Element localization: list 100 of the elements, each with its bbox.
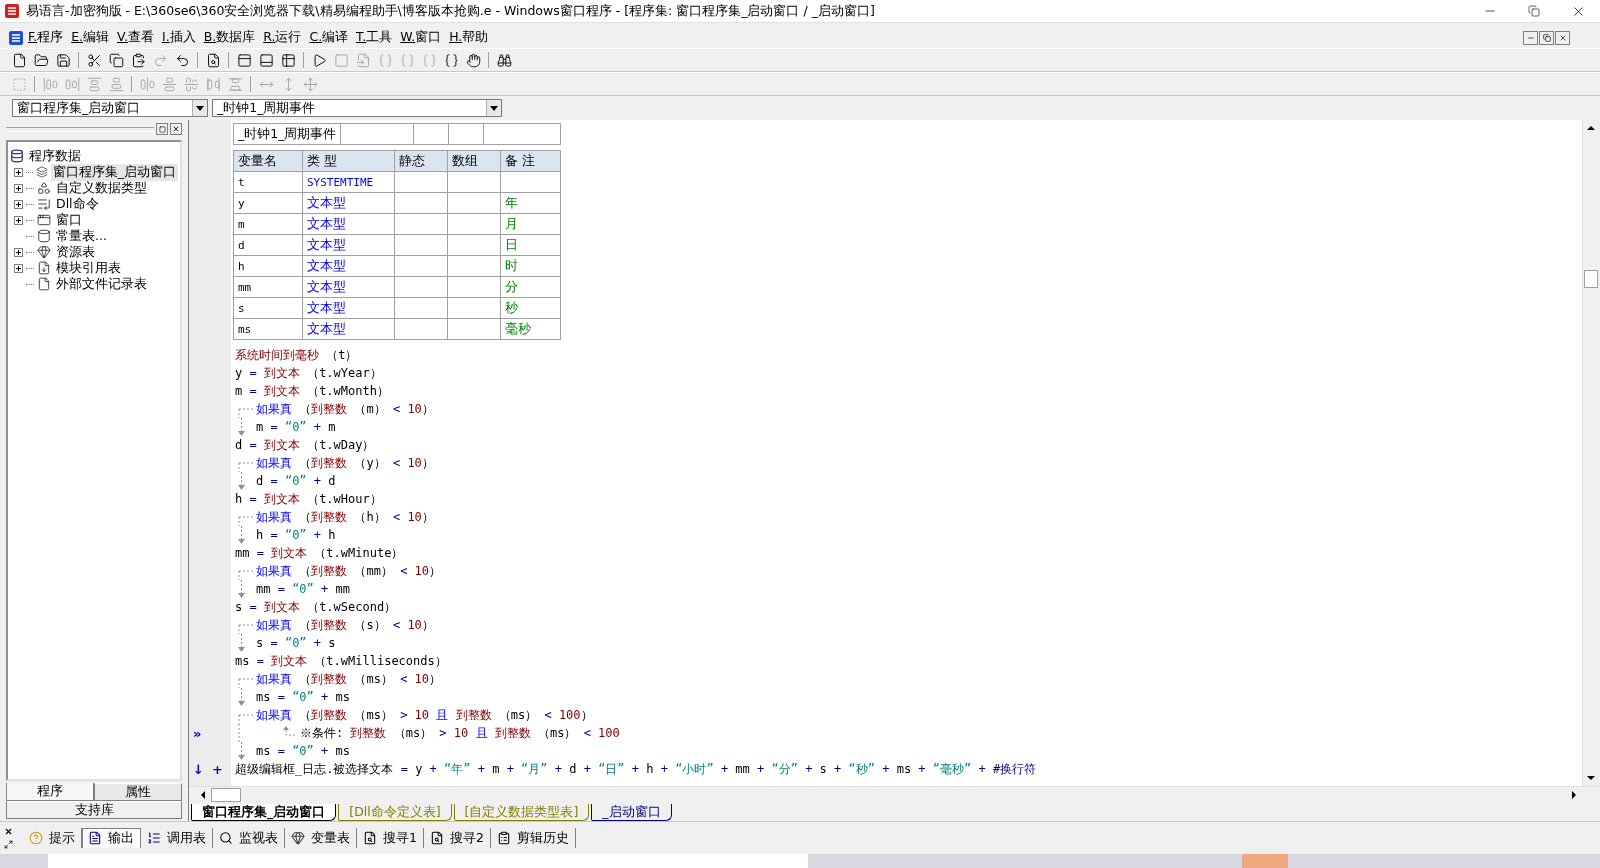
save-icon[interactable] xyxy=(55,52,71,68)
menu-item[interactable]: T.工具 xyxy=(352,29,397,46)
menu-item[interactable]: E.编辑 xyxy=(67,29,114,46)
editor-tab[interactable]: [Dll命令定义表] xyxy=(338,804,452,821)
restore-icon[interactable] xyxy=(1539,30,1554,45)
expand-icon[interactable] xyxy=(14,167,23,177)
dropdown[interactable]: 窗口程序集_启动窗口 xyxy=(12,99,208,117)
tree-item[interactable]: Dll命令 xyxy=(54,195,101,213)
binoculars-icon[interactable] xyxy=(496,52,512,68)
cut-icon[interactable] xyxy=(86,52,102,68)
menu-item[interactable]: C.编译 xyxy=(305,29,353,46)
condition-line: 如果真 （到整数 （ms） < 10） xyxy=(256,670,442,688)
preview-icon[interactable] xyxy=(205,52,221,68)
braces-icon[interactable] xyxy=(443,52,459,68)
flow-arrow-icon xyxy=(238,634,245,652)
condition-line: 如果真 （到整数 （mm） < 10） xyxy=(256,562,442,580)
vertical-scrollbar[interactable] xyxy=(1582,120,1600,786)
table-cell: ms xyxy=(233,318,303,340)
output-tab[interactable]: 变量表 xyxy=(285,828,357,848)
expand-icon[interactable] xyxy=(14,183,23,193)
flow-connector-icon xyxy=(238,408,253,418)
menu-item[interactable]: V.查看 xyxy=(113,29,158,46)
column-header: 类 型 xyxy=(302,150,395,172)
table-cell xyxy=(413,123,449,145)
paste-icon[interactable] xyxy=(130,52,146,68)
tree-item[interactable]: 窗口 xyxy=(54,211,84,229)
output-tab[interactable]: 监视表 xyxy=(213,828,285,848)
gutter-marker: ↓ xyxy=(193,761,204,777)
expand-icon[interactable] xyxy=(14,215,23,225)
tree-item[interactable]: 外部文件记录表 xyxy=(54,275,149,293)
expand-icon[interactable] xyxy=(14,263,23,273)
condition-note: ※条件: 到整数 （ms） > 10 且 到整数 （ms） < 100 xyxy=(300,724,620,742)
layers-icon xyxy=(35,165,48,179)
help-icon xyxy=(29,831,43,845)
flow-arrow-icon xyxy=(238,526,245,544)
hand-icon[interactable] xyxy=(465,52,481,68)
panel-tab[interactable]: 程序 xyxy=(6,783,94,801)
menu-item[interactable]: B.数据库 xyxy=(199,29,260,46)
condition-line: 如果真 （到整数 （m） < 10） xyxy=(256,400,434,418)
open-folder-icon[interactable] xyxy=(33,52,49,68)
table-cell: m xyxy=(233,213,303,235)
undo-icon[interactable] xyxy=(174,52,190,68)
minimize-icon[interactable] xyxy=(1523,30,1538,45)
code-line: ms = “0” + ms xyxy=(256,690,350,704)
flow-arrow-icon xyxy=(238,580,245,598)
dropdown[interactable]: _时钟1_周期事件 xyxy=(212,99,502,117)
tree-item[interactable]: 程序数据 xyxy=(27,147,83,165)
panel-bottom-icon[interactable] xyxy=(258,52,274,68)
column-header: 变量名 xyxy=(233,150,303,172)
code-line: s = 到文本 （t.wSecond） xyxy=(235,598,397,616)
table-layout-icon[interactable] xyxy=(280,52,296,68)
output-tab[interactable]: 输出 xyxy=(82,828,141,848)
close-icon[interactable] xyxy=(170,123,182,135)
tree-item[interactable]: 窗口程序集_启动窗口 xyxy=(50,163,178,181)
expand-icon[interactable] xyxy=(14,199,23,209)
horizontal-scrollbar[interactable] xyxy=(189,786,1600,803)
close-icon[interactable] xyxy=(4,827,13,836)
tree-item[interactable]: 模块引用表 xyxy=(54,259,123,277)
editor-tab[interactable]: [自定义数据类型表] xyxy=(453,804,590,821)
editor-tab[interactable]: 窗口程序集_启动窗口 xyxy=(191,804,337,821)
flow-connector-icon xyxy=(238,570,253,580)
flow-arrow-icon xyxy=(238,418,245,436)
expand-icon[interactable] xyxy=(14,247,23,257)
output-tab[interactable]: 剪辑历史 xyxy=(490,828,576,848)
flow-connector-icon xyxy=(238,678,253,688)
play-icon[interactable] xyxy=(311,52,327,68)
menu-item[interactable]: R.运行 xyxy=(259,29,306,46)
new-file-icon[interactable] xyxy=(11,52,27,68)
code-line: 系统时间到毫秒 （t） xyxy=(235,346,358,364)
code-line: d = “0” + d xyxy=(256,474,336,488)
condition-line: 如果真 （到整数 （y） < 10） xyxy=(256,454,434,472)
code-line: mm = 到文本 （t.wMinute） xyxy=(235,544,404,562)
output-tab[interactable]: 调用表 xyxy=(141,828,213,848)
panel-top-icon[interactable] xyxy=(236,52,252,68)
app-logo-icon xyxy=(4,3,20,19)
panel-tab[interactable]: 属性 xyxy=(94,783,182,801)
condition-line: 如果真 （到整数 （h） < 10） xyxy=(256,508,434,526)
scroll-thumb[interactable] xyxy=(1584,270,1598,288)
menu-item[interactable]: I.插入 xyxy=(157,29,200,46)
table-cell: t xyxy=(233,171,303,193)
flow-arrow-icon xyxy=(238,688,245,706)
close-icon[interactable] xyxy=(1555,30,1570,45)
code-line: m = “0” + m xyxy=(256,420,336,434)
menu-item[interactable]: F.程序 xyxy=(24,29,68,46)
support-library-tab[interactable]: 支持库 xyxy=(6,801,182,819)
editor-tab[interactable]: _启动窗口 xyxy=(591,804,672,821)
window-icon xyxy=(37,213,51,227)
menu-item[interactable]: W.窗口 xyxy=(396,29,446,46)
menu-item[interactable]: H.帮助 xyxy=(445,29,493,46)
output-tab[interactable]: 搜寻1 xyxy=(357,828,424,848)
tree-item[interactable]: 资源表 xyxy=(54,243,97,261)
copy-icon[interactable] xyxy=(108,52,124,68)
flow-connector-icon xyxy=(238,516,253,526)
output-tab[interactable]: 搜寻2 xyxy=(423,828,491,848)
list-icon xyxy=(37,197,51,211)
restore-icon[interactable] xyxy=(4,840,13,849)
scroll-thumb[interactable] xyxy=(211,788,241,802)
tree-item[interactable]: 自定义数据类型 xyxy=(54,179,149,197)
subroutine-name: _时钟1_周期事件 xyxy=(233,123,341,145)
tree-item[interactable]: 常量表... xyxy=(54,227,109,245)
